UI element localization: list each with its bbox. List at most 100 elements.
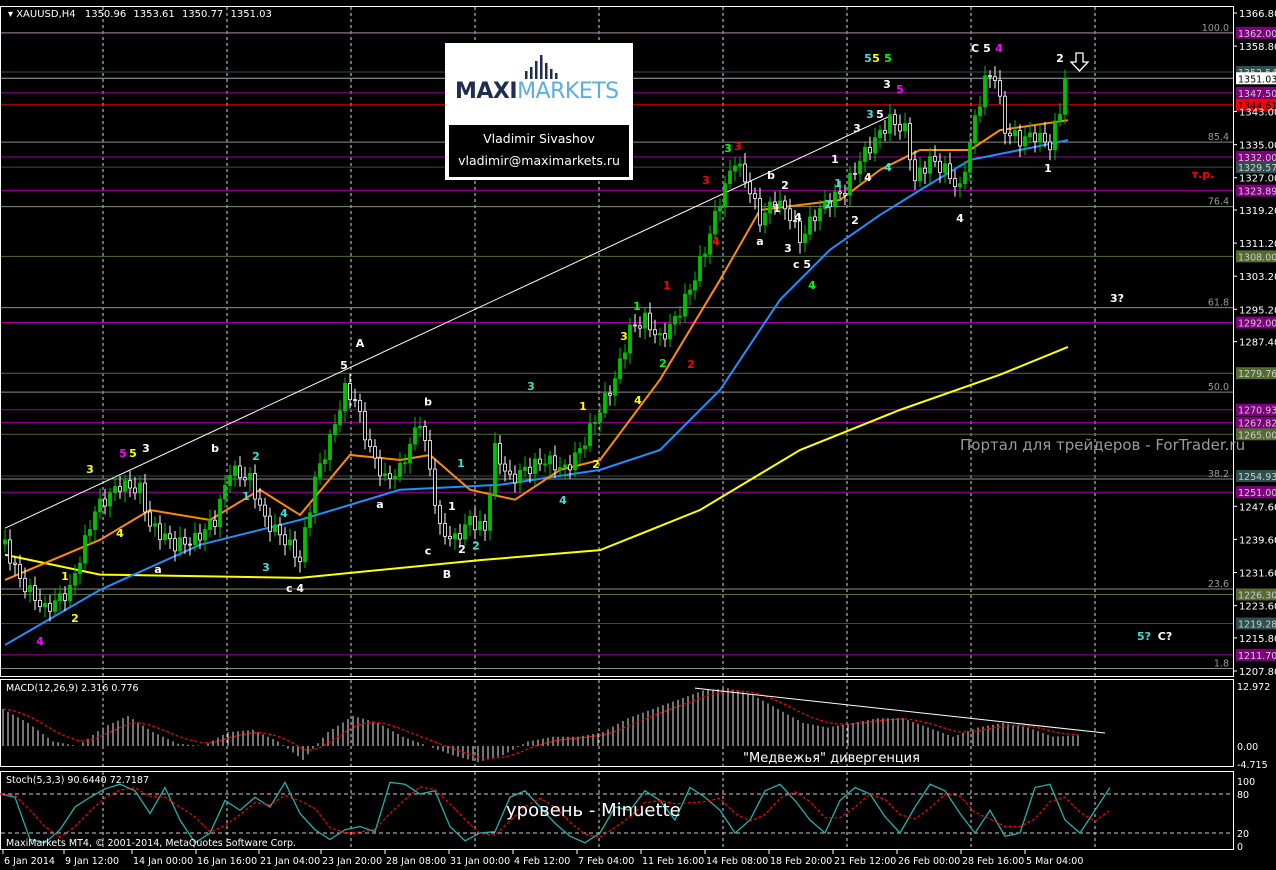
ohlc-close: 1351.03	[230, 9, 271, 20]
candle-body	[443, 523, 447, 537]
ma-line-fast	[4, 119, 1069, 581]
candle-body	[288, 539, 292, 546]
candle-body	[978, 106, 982, 117]
candle-body	[238, 465, 242, 479]
candle-body	[143, 482, 147, 513]
fibo-label: 1.8	[1214, 659, 1229, 670]
candle-body	[123, 480, 127, 492]
candle-body	[1013, 130, 1017, 137]
wave-label: 2	[252, 450, 260, 463]
candle-body	[958, 183, 962, 188]
candle-body	[1003, 95, 1007, 134]
candle-body	[738, 163, 742, 167]
candle-body	[1008, 132, 1012, 137]
candle-body	[753, 193, 757, 199]
candle-body	[683, 293, 687, 317]
candle-body	[863, 147, 867, 162]
candle-body	[588, 423, 592, 447]
price-level-label: 1323.89	[1238, 187, 1276, 198]
wave-label: 5	[983, 42, 991, 55]
candle-body	[658, 333, 662, 336]
candle-body	[933, 156, 937, 162]
logo-wordmark: MAXIMARKETS	[455, 79, 619, 104]
price-level-label: 1219.28	[1238, 619, 1276, 630]
candle-body	[528, 466, 532, 475]
candle-body	[643, 312, 647, 329]
candle-body	[1048, 141, 1052, 151]
wave-level-annotation: уровень - Minuette	[506, 800, 681, 821]
candle-body	[338, 410, 342, 425]
candle-body	[468, 515, 472, 526]
wave-label: 3	[620, 330, 628, 343]
candle-body	[983, 75, 987, 108]
candle-body	[133, 487, 137, 494]
wave-label: A	[356, 337, 365, 350]
candle-body	[328, 434, 332, 461]
wave-label: 5	[119, 447, 127, 460]
candle-body	[1033, 132, 1037, 143]
candle-body	[678, 315, 682, 318]
candle-body	[178, 537, 182, 552]
candle-body	[898, 124, 902, 132]
wave-label: 3	[527, 380, 535, 393]
candle-body	[438, 504, 442, 524]
candle-body	[193, 532, 197, 545]
wave-label: c 5	[793, 258, 811, 271]
time-label: 14 Jan 00:00	[133, 856, 193, 867]
price-tick-label: 1311.20	[1239, 239, 1276, 250]
candle-body	[608, 392, 612, 396]
dropdown-triangle-icon[interactable]: ▾	[8, 9, 16, 20]
candle-body	[198, 532, 202, 541]
candle-body	[578, 448, 582, 454]
candle-body	[108, 492, 112, 507]
macd-indicator	[2, 687, 1106, 763]
fibo-label: 61.8	[1208, 298, 1229, 309]
price-tick-label: 1335.00	[1239, 141, 1276, 152]
wave-label: 4	[864, 171, 872, 184]
candle-body	[613, 378, 617, 396]
price-chart[interactable]: 1362.001352.541351.031347.501344.611332.…	[0, 0, 1276, 870]
candle-body	[218, 498, 222, 527]
price-level-label: 1270.93	[1238, 406, 1276, 417]
candle-body	[938, 160, 942, 173]
wave-label: 1	[831, 153, 839, 166]
candle-body	[423, 426, 427, 441]
candle-body	[663, 333, 667, 340]
wave-label: 3	[702, 174, 710, 187]
candle-body	[968, 142, 972, 173]
wave-label: C?	[1158, 630, 1172, 643]
time-label: 6 Jan 2014	[4, 856, 55, 867]
wave-label: 3	[883, 78, 891, 91]
candle-body	[103, 498, 107, 507]
candle-body	[388, 473, 392, 480]
candle-body	[873, 137, 877, 154]
candle-body	[93, 511, 97, 530]
candle-body	[808, 216, 812, 235]
candle-body	[188, 543, 192, 546]
candle-body	[173, 538, 177, 552]
candle-body	[263, 504, 267, 517]
author-card: Vladimir Sivashov vladimir@maximarkets.r…	[449, 125, 629, 177]
wave-label: 3	[734, 140, 742, 153]
candle-body	[558, 467, 562, 471]
fibo-label: 23.6	[1208, 579, 1229, 590]
candle-body	[638, 325, 642, 329]
wave-label: 4	[280, 507, 288, 520]
wave-label: 1	[242, 490, 250, 503]
wave-label: 4	[808, 279, 816, 292]
wave-label: 2	[472, 540, 480, 553]
candle-body	[1018, 130, 1022, 147]
candle-body	[833, 191, 837, 208]
candle-body	[478, 521, 482, 531]
candle-body	[393, 476, 397, 480]
maximarkets-logo: MAXIMARKETS Vladimir Sivashov vladimir@m…	[445, 43, 633, 180]
price-tick-label: 1287.40	[1239, 338, 1276, 349]
ohlc-open: 1350.96	[85, 9, 126, 20]
candle-body	[73, 573, 77, 586]
price-tick-label: 1215.80	[1239, 634, 1276, 645]
wave-label: b	[767, 169, 775, 182]
candle-body	[213, 519, 217, 527]
candle-body	[893, 114, 897, 125]
candle-body	[278, 524, 282, 536]
wave-label: 5	[129, 447, 137, 460]
